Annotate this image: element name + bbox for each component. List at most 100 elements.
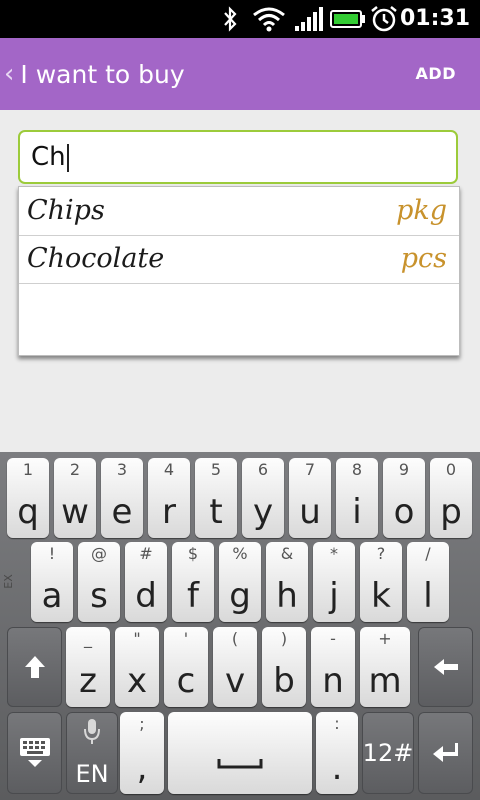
numbers-label: 12# [362, 739, 414, 767]
key-comma[interactable]: ;, [120, 712, 164, 794]
key-l[interactable]: / l [407, 542, 449, 622]
numbers-key[interactable]: 12# [362, 712, 414, 794]
item-input-value: Ch [31, 142, 66, 172]
key-hint: % [232, 544, 248, 563]
space-key[interactable] [168, 712, 312, 794]
key-c[interactable]: ' c [164, 627, 208, 707]
language-label: EN [75, 760, 109, 788]
key-hint: 6 [257, 460, 269, 479]
key-n[interactable]: -n [311, 627, 355, 707]
key-b[interactable]: ) b [262, 627, 306, 707]
key-label: x [126, 661, 148, 701]
key-h[interactable]: & h [266, 542, 308, 622]
soft-keyboard: 1q 2w 3e 4r 5t 6y 7u 8i 9o 0p ! a @ s # d $… [0, 452, 480, 800]
key-hint: + [378, 629, 392, 648]
key-i[interactable]: 8i [336, 458, 378, 538]
key-hint: 2 [69, 460, 81, 479]
key-hint: ) [280, 629, 288, 648]
key-hint: # [139, 544, 153, 563]
key-r[interactable]: 4r [148, 458, 190, 538]
shift-key[interactable] [7, 627, 62, 707]
suggestion-name: Chocolate [27, 243, 165, 274]
page-title: I want to buy [20, 59, 185, 89]
key-label: f [187, 576, 199, 616]
key-hint: - [330, 629, 336, 648]
key-k[interactable]: ? k [360, 542, 402, 622]
battery-icon [330, 4, 366, 34]
key-label: k [371, 576, 391, 616]
key-x[interactable]: " x [115, 627, 159, 707]
key-hint: ! [48, 544, 56, 563]
key-w[interactable]: 2w [54, 458, 96, 538]
suggestion-unit: pkg [396, 195, 447, 226]
back-button[interactable]: ‹ I want to buy [4, 38, 185, 110]
key-period[interactable]: :. [316, 712, 358, 794]
add-button[interactable]: ADD [416, 38, 456, 110]
key-hint: $ [187, 544, 199, 563]
keyboard-icon [7, 736, 62, 770]
chevron-left-icon: ‹ [4, 59, 15, 89]
key-label: h [276, 576, 298, 616]
key-label: o [393, 492, 415, 532]
key-label: c [176, 661, 196, 701]
key-z[interactable]: _ z [66, 627, 110, 707]
key-d[interactable]: # d [125, 542, 167, 622]
bluetooth-icon [220, 4, 240, 34]
key-m[interactable]: + m [360, 627, 410, 707]
key-label: e [111, 492, 133, 532]
key-label: y [252, 492, 274, 532]
key-s[interactable]: @ s [78, 542, 120, 622]
key-q[interactable]: 1q [7, 458, 49, 538]
key-label: s [90, 576, 108, 616]
key-hint: ' [183, 629, 189, 648]
key-hint: 4 [163, 460, 175, 479]
backspace-key[interactable] [418, 627, 473, 707]
key-hint: 8 [351, 460, 363, 479]
key-y[interactable]: 6y [242, 458, 284, 538]
status-time: 01:31 [399, 6, 470, 31]
key-hint: 1 [22, 460, 34, 479]
key-o[interactable]: 9o [383, 458, 425, 538]
key-v[interactable]: (v [213, 627, 257, 707]
key-label: u [299, 492, 321, 532]
item-input[interactable]: Ch [18, 130, 458, 184]
key-a[interactable]: ! a [31, 542, 73, 622]
language-key[interactable]: EN [66, 712, 118, 794]
key-label: t [209, 492, 223, 532]
key-e[interactable]: 3e [101, 458, 143, 538]
key-g[interactable]: % g [219, 542, 261, 622]
key-label: i [352, 492, 362, 532]
item-input-value-wrap: Ch [31, 142, 69, 172]
action-bar: ‹ I want to buy ADD [0, 38, 480, 110]
alarm-icon [370, 4, 398, 34]
key-hint: 3 [116, 460, 128, 479]
suggestion-item[interactable]: Chocolate pcs [19, 235, 459, 284]
key-t[interactable]: 5t [195, 458, 237, 538]
key-hint: ; [139, 714, 145, 733]
key-f[interactable]: $ f [172, 542, 214, 622]
key-j[interactable]: * j [313, 542, 355, 622]
suggestion-item[interactable]: Chips pkg [19, 187, 459, 236]
keyboard-hide-key[interactable] [7, 712, 62, 794]
key-hint: & [280, 544, 294, 563]
key-u[interactable]: 7u [289, 458, 331, 538]
key-label: b [273, 661, 295, 701]
key-label: r [162, 492, 176, 532]
key-hint: " [133, 629, 141, 648]
key-hint: / [425, 544, 431, 563]
enter-key[interactable] [418, 712, 473, 794]
key-label: n [322, 661, 344, 701]
key-hint: ( [231, 629, 239, 648]
enter-icon [418, 741, 473, 765]
key-p[interactable]: 0p [430, 458, 472, 538]
key-label: v [224, 661, 246, 701]
suggestion-name: Chips [27, 195, 105, 226]
key-label: . [331, 748, 343, 788]
key-hint: : [334, 714, 340, 733]
key-label: p [440, 492, 462, 532]
key-label: a [41, 576, 63, 616]
key-hint: 0 [445, 460, 457, 479]
key-label: g [229, 576, 251, 616]
suggestion-unit: pcs [400, 243, 447, 274]
key-label: j [329, 576, 339, 616]
